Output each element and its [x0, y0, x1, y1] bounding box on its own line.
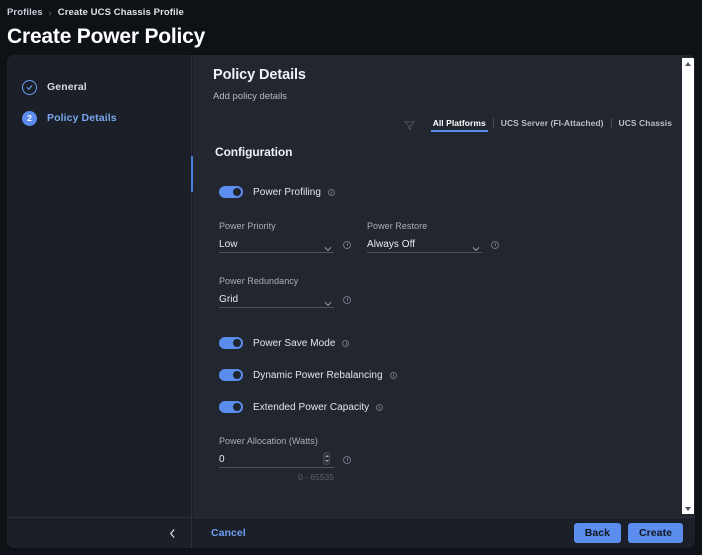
- chevron-left-icon[interactable]: [168, 528, 177, 539]
- footer-right-pane: Cancel Back Create: [193, 518, 695, 548]
- scroll-up-arrow-icon[interactable]: [682, 58, 694, 69]
- dynamic-power-rebalancing-label: Dynamic Power Rebalancing: [253, 369, 383, 381]
- breadcrumb-current: Create UCS Chassis Profile: [57, 7, 184, 18]
- power-restore-select[interactable]: Always Off: [367, 236, 482, 253]
- wizard-panel: General 2 Policy Details Policy Details …: [7, 55, 695, 548]
- extended-power-capacity-toggle[interactable]: [219, 401, 243, 413]
- sidebar-item-policy-details[interactable]: 2 Policy Details: [7, 104, 191, 132]
- power-priority-label: Power Priority: [219, 221, 276, 231]
- content-header: Policy Details Add policy details: [193, 55, 695, 102]
- policy-details-content: Policy Details Add policy details All Pl…: [193, 55, 695, 517]
- extended-power-capacity-info-icon[interactable]: [376, 403, 384, 411]
- power-allocation-info-icon[interactable]: [343, 455, 351, 464]
- breadcrumb-link-profiles[interactable]: Profiles: [7, 7, 43, 18]
- power-allocation-field: Power Allocation (Watts) 0 0 - 65535: [219, 436, 367, 482]
- tab-ucs-chassis[interactable]: UCS Chassis: [612, 118, 679, 132]
- power-priority-restore-row: Power Priority Low Power Restore Always …: [219, 221, 673, 253]
- chevron-down-icon: [472, 240, 480, 258]
- power-allocation-row: Power Allocation (Watts) 0 0 - 65535: [219, 436, 673, 482]
- check-circle-icon: [22, 79, 37, 95]
- power-allocation-value: 0: [219, 453, 225, 465]
- filter-funnel-icon[interactable]: [403, 120, 415, 131]
- power-profiling-info-icon[interactable]: [328, 188, 336, 196]
- wizard-step-nav: General 2 Policy Details: [7, 55, 192, 517]
- power-profiling-label: Power Profiling: [253, 186, 322, 198]
- sidebar-item-label-general: General: [47, 81, 87, 93]
- create-power-policy-window: Profiles › Create UCS Chassis Profile Cr…: [0, 0, 702, 555]
- tab-ucs-server-fi-attached[interactable]: UCS Server (FI-Attached): [494, 118, 611, 132]
- power-profiling-row: Power Profiling: [219, 186, 673, 198]
- back-button[interactable]: Back: [573, 523, 622, 543]
- power-profiling-toggle[interactable]: [219, 186, 243, 198]
- power-redundancy-info-icon[interactable]: [343, 295, 351, 304]
- power-redundancy-select[interactable]: Grid: [219, 291, 334, 308]
- wizard-footer: Cancel Back Create: [7, 517, 695, 548]
- footer-left-pane: [7, 518, 192, 548]
- page-title: Create Power Policy: [7, 25, 206, 48]
- power-redundancy-field: Power Redundancy Grid: [219, 276, 367, 308]
- power-restore-value: Always Off: [367, 238, 416, 250]
- chevron-down-icon: [324, 240, 332, 258]
- power-save-mode-info-icon[interactable]: [342, 339, 350, 347]
- power-allocation-label: Power Allocation (Watts): [219, 436, 318, 446]
- sidebar-item-label-policy-details: Policy Details: [47, 112, 117, 124]
- configuration-title: Configuration: [215, 145, 293, 159]
- platform-filter-row: All Platforms UCS Server (FI-Attached) U…: [403, 116, 679, 134]
- page-header: Profiles › Create UCS Chassis Profile Cr…: [0, 0, 702, 55]
- dynamic-power-rebalancing-info-icon[interactable]: [389, 371, 397, 379]
- power-save-mode-label: Power Save Mode: [253, 337, 336, 349]
- footer-action-buttons: Back Create: [573, 523, 683, 543]
- power-restore-info-icon[interactable]: [491, 240, 499, 249]
- scroll-down-arrow-icon[interactable]: [682, 503, 694, 514]
- breadcrumb-separator-icon: ›: [48, 7, 52, 18]
- power-priority-value: Low: [219, 238, 238, 250]
- extended-power-capacity-row: Extended Power Capacity: [219, 401, 673, 413]
- chevron-down-icon: [324, 295, 332, 313]
- extended-power-capacity-label: Extended Power Capacity: [253, 401, 370, 413]
- breadcrumb: Profiles › Create UCS Chassis Profile: [7, 5, 702, 20]
- create-button[interactable]: Create: [628, 523, 683, 543]
- power-redundancy-label: Power Redundancy: [219, 276, 299, 286]
- configuration-section: Configuration Power Profiling Power Prio…: [193, 145, 695, 517]
- content-scrollbar[interactable]: [682, 58, 694, 514]
- power-save-mode-toggle[interactable]: [219, 337, 243, 349]
- step-number-badge: 2: [22, 110, 37, 126]
- dynamic-power-rebalancing-toggle[interactable]: [219, 369, 243, 381]
- power-redundancy-value: Grid: [219, 293, 239, 305]
- power-allocation-stepper[interactable]: [323, 452, 330, 465]
- dynamic-power-rebalancing-row: Dynamic Power Rebalancing: [219, 369, 673, 381]
- cancel-button[interactable]: Cancel: [211, 527, 246, 539]
- sidebar-item-general[interactable]: General: [7, 73, 191, 101]
- power-restore-field: Power Restore Always Off: [367, 221, 515, 253]
- content-title: Policy Details: [213, 67, 306, 83]
- power-priority-select[interactable]: Low: [219, 236, 334, 253]
- power-priority-info-icon[interactable]: [343, 240, 351, 249]
- power-allocation-input[interactable]: 0: [219, 451, 334, 468]
- power-allocation-range-hint: 0 - 65535: [298, 472, 334, 482]
- power-restore-label: Power Restore: [367, 221, 428, 231]
- power-save-mode-row: Power Save Mode: [219, 337, 673, 349]
- tab-all-platforms[interactable]: All Platforms: [426, 118, 493, 132]
- content-subtitle: Add policy details: [213, 91, 287, 102]
- power-redundancy-row: Power Redundancy Grid: [219, 276, 673, 308]
- power-priority-field: Power Priority Low: [219, 221, 367, 253]
- scrollbar-track[interactable]: [682, 69, 694, 503]
